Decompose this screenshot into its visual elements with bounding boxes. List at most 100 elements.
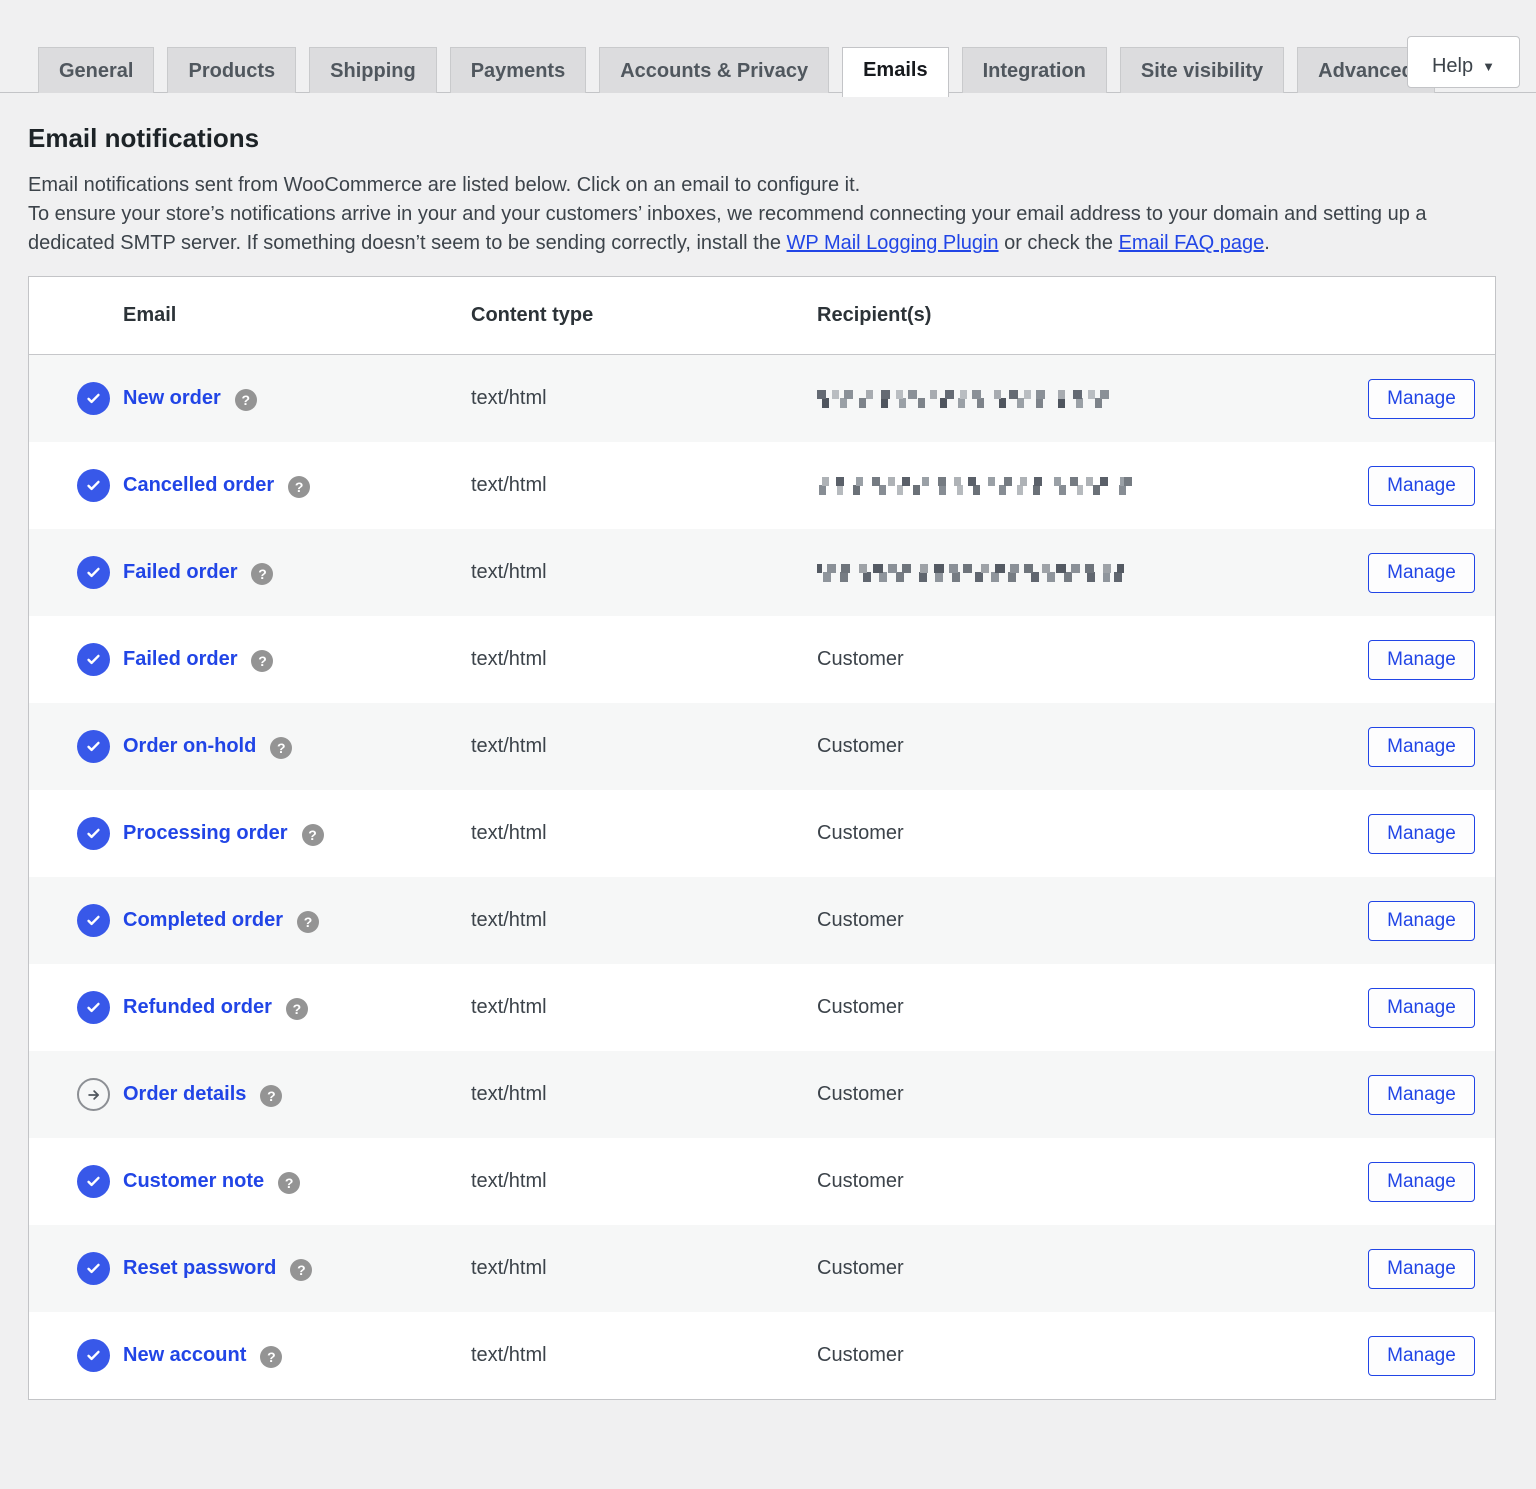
recipients-column-header: Recipient(s) bbox=[817, 304, 1330, 327]
email-link-refunded-order[interactable]: Refunded order bbox=[123, 996, 272, 1019]
intro-line-2-mid: or check the bbox=[999, 232, 1119, 254]
manage-cell: Manage bbox=[1330, 727, 1495, 767]
table-row: New order? text/html Manage bbox=[29, 355, 1495, 442]
table-row: New account?text/htmlCustomerManage bbox=[29, 1312, 1495, 1399]
tab-general[interactable]: General bbox=[38, 47, 154, 93]
table-header-row: Email Content type Recipient(s) bbox=[29, 277, 1495, 355]
tab-products[interactable]: Products bbox=[167, 47, 296, 93]
manage-button[interactable]: Manage bbox=[1368, 1075, 1475, 1115]
recipient-cell: Customer bbox=[817, 996, 1330, 1019]
help-button[interactable]: Help ▼ bbox=[1407, 36, 1520, 88]
email-link-customer-note[interactable]: Customer note bbox=[123, 1170, 264, 1193]
table-rows: New order? text/html Manage Cancelled order… bbox=[29, 355, 1495, 1399]
manage-cell: Manage bbox=[1330, 640, 1495, 680]
table-row: Order details?text/htmlCustomerManage bbox=[29, 1051, 1495, 1138]
manage-cell: Manage bbox=[1330, 1249, 1495, 1289]
recipient-cell: Customer bbox=[817, 735, 1330, 758]
email-link-order-on-hold[interactable]: Order on-hold bbox=[123, 735, 256, 758]
email-link-cancelled-order[interactable]: Cancelled order bbox=[123, 474, 274, 497]
enabled-check-icon bbox=[77, 730, 110, 763]
help-tip-icon[interactable]: ? bbox=[286, 998, 308, 1020]
help-tip-icon[interactable]: ? bbox=[297, 911, 319, 933]
status-cell bbox=[29, 556, 123, 589]
help-tip-icon[interactable]: ? bbox=[251, 563, 273, 585]
content-type-column-header: Content type bbox=[471, 304, 817, 327]
tab-accounts-privacy[interactable]: Accounts & Privacy bbox=[599, 47, 829, 93]
manage-button[interactable]: Manage bbox=[1368, 379, 1475, 419]
manage-cell: Manage bbox=[1330, 1336, 1495, 1376]
table-row: Completed order?text/htmlCustomerManage bbox=[29, 877, 1495, 964]
recipient-cell: Customer bbox=[817, 1170, 1330, 1193]
recipient-cell: Customer bbox=[817, 648, 1330, 671]
redacted-recipient-email bbox=[817, 476, 1135, 495]
recipient-cell: Customer bbox=[817, 822, 1330, 845]
intro-line-1: Email notifications sent from WooCommerc… bbox=[28, 171, 1470, 200]
help-tip-icon[interactable]: ? bbox=[270, 737, 292, 759]
email-name-cell: Completed order? bbox=[123, 908, 471, 933]
status-cell bbox=[29, 382, 123, 415]
help-tip-icon[interactable]: ? bbox=[260, 1346, 282, 1368]
redacted-recipient-email bbox=[817, 389, 1109, 408]
manage-button[interactable]: Manage bbox=[1368, 640, 1475, 680]
status-cell bbox=[29, 1165, 123, 1198]
enabled-check-icon bbox=[77, 817, 110, 850]
manage-button[interactable]: Manage bbox=[1368, 814, 1475, 854]
tab-payments[interactable]: Payments bbox=[450, 47, 587, 93]
help-tip-icon[interactable]: ? bbox=[235, 389, 257, 411]
manual-send-arrow-icon bbox=[77, 1078, 110, 1111]
manage-button[interactable]: Manage bbox=[1368, 901, 1475, 941]
status-cell bbox=[29, 1252, 123, 1285]
status-cell bbox=[29, 643, 123, 676]
wp-mail-logging-plugin-link[interactable]: WP Mail Logging Plugin bbox=[787, 232, 999, 254]
email-name-cell: Cancelled order? bbox=[123, 473, 471, 498]
email-link-failed-order[interactable]: Failed order bbox=[123, 648, 237, 671]
email-link-new-order[interactable]: New order bbox=[123, 387, 221, 410]
help-tip-icon[interactable]: ? bbox=[302, 824, 324, 846]
status-cell bbox=[29, 730, 123, 763]
email-name-cell: New account? bbox=[123, 1343, 471, 1368]
email-column-header: Email bbox=[123, 304, 471, 327]
email-name-cell: Order on-hold? bbox=[123, 734, 471, 759]
manage-button[interactable]: Manage bbox=[1368, 988, 1475, 1028]
email-link-completed-order[interactable]: Completed order bbox=[123, 909, 283, 932]
email-link-order-details[interactable]: Order details bbox=[123, 1083, 246, 1106]
email-name-cell: Reset password? bbox=[123, 1256, 471, 1281]
help-tip-icon[interactable]: ? bbox=[251, 650, 273, 672]
manage-button[interactable]: Manage bbox=[1368, 553, 1475, 593]
email-settings-content: Email notifications Email notifications … bbox=[0, 123, 1536, 1400]
manage-button[interactable]: Manage bbox=[1368, 1336, 1475, 1376]
manage-button[interactable]: Manage bbox=[1368, 466, 1475, 506]
manage-button[interactable]: Manage bbox=[1368, 727, 1475, 767]
content-type-cell: text/html bbox=[471, 387, 817, 410]
enabled-check-icon bbox=[77, 1165, 110, 1198]
recipient-cell: Customer bbox=[817, 1344, 1330, 1367]
manage-cell: Manage bbox=[1330, 1075, 1495, 1115]
email-link-failed-order[interactable]: Failed order bbox=[123, 561, 237, 584]
manage-cell: Manage bbox=[1330, 901, 1495, 941]
help-tip-icon[interactable]: ? bbox=[288, 476, 310, 498]
help-tip-icon[interactable]: ? bbox=[290, 1259, 312, 1281]
enabled-check-icon bbox=[77, 382, 110, 415]
table-row: Processing order?text/htmlCustomerManage bbox=[29, 790, 1495, 877]
enabled-check-icon bbox=[77, 904, 110, 937]
help-tip-icon[interactable]: ? bbox=[278, 1172, 300, 1194]
manage-button[interactable]: Manage bbox=[1368, 1249, 1475, 1289]
email-link-processing-order[interactable]: Processing order bbox=[123, 822, 288, 845]
manage-button[interactable]: Manage bbox=[1368, 1162, 1475, 1202]
tab-site-visibility[interactable]: Site visibility bbox=[1120, 47, 1284, 93]
email-link-new-account[interactable]: New account bbox=[123, 1344, 246, 1367]
email-link-reset-password[interactable]: Reset password bbox=[123, 1257, 276, 1280]
content-type-cell: text/html bbox=[471, 1170, 817, 1193]
help-tip-icon[interactable]: ? bbox=[260, 1085, 282, 1107]
tab-shipping[interactable]: Shipping bbox=[309, 47, 437, 93]
email-faq-page-link[interactable]: Email FAQ page bbox=[1119, 232, 1265, 254]
tab-emails[interactable]: Emails bbox=[842, 47, 948, 97]
enabled-check-icon bbox=[77, 643, 110, 676]
status-cell bbox=[29, 991, 123, 1024]
help-button-label: Help bbox=[1432, 55, 1473, 78]
email-notifications-table: Email Content type Recipient(s) New orde… bbox=[28, 276, 1496, 1400]
recipient-cell: Customer bbox=[817, 1083, 1330, 1106]
enabled-check-icon bbox=[77, 556, 110, 589]
email-name-cell: Order details? bbox=[123, 1082, 471, 1107]
tab-integration[interactable]: Integration bbox=[962, 47, 1107, 93]
